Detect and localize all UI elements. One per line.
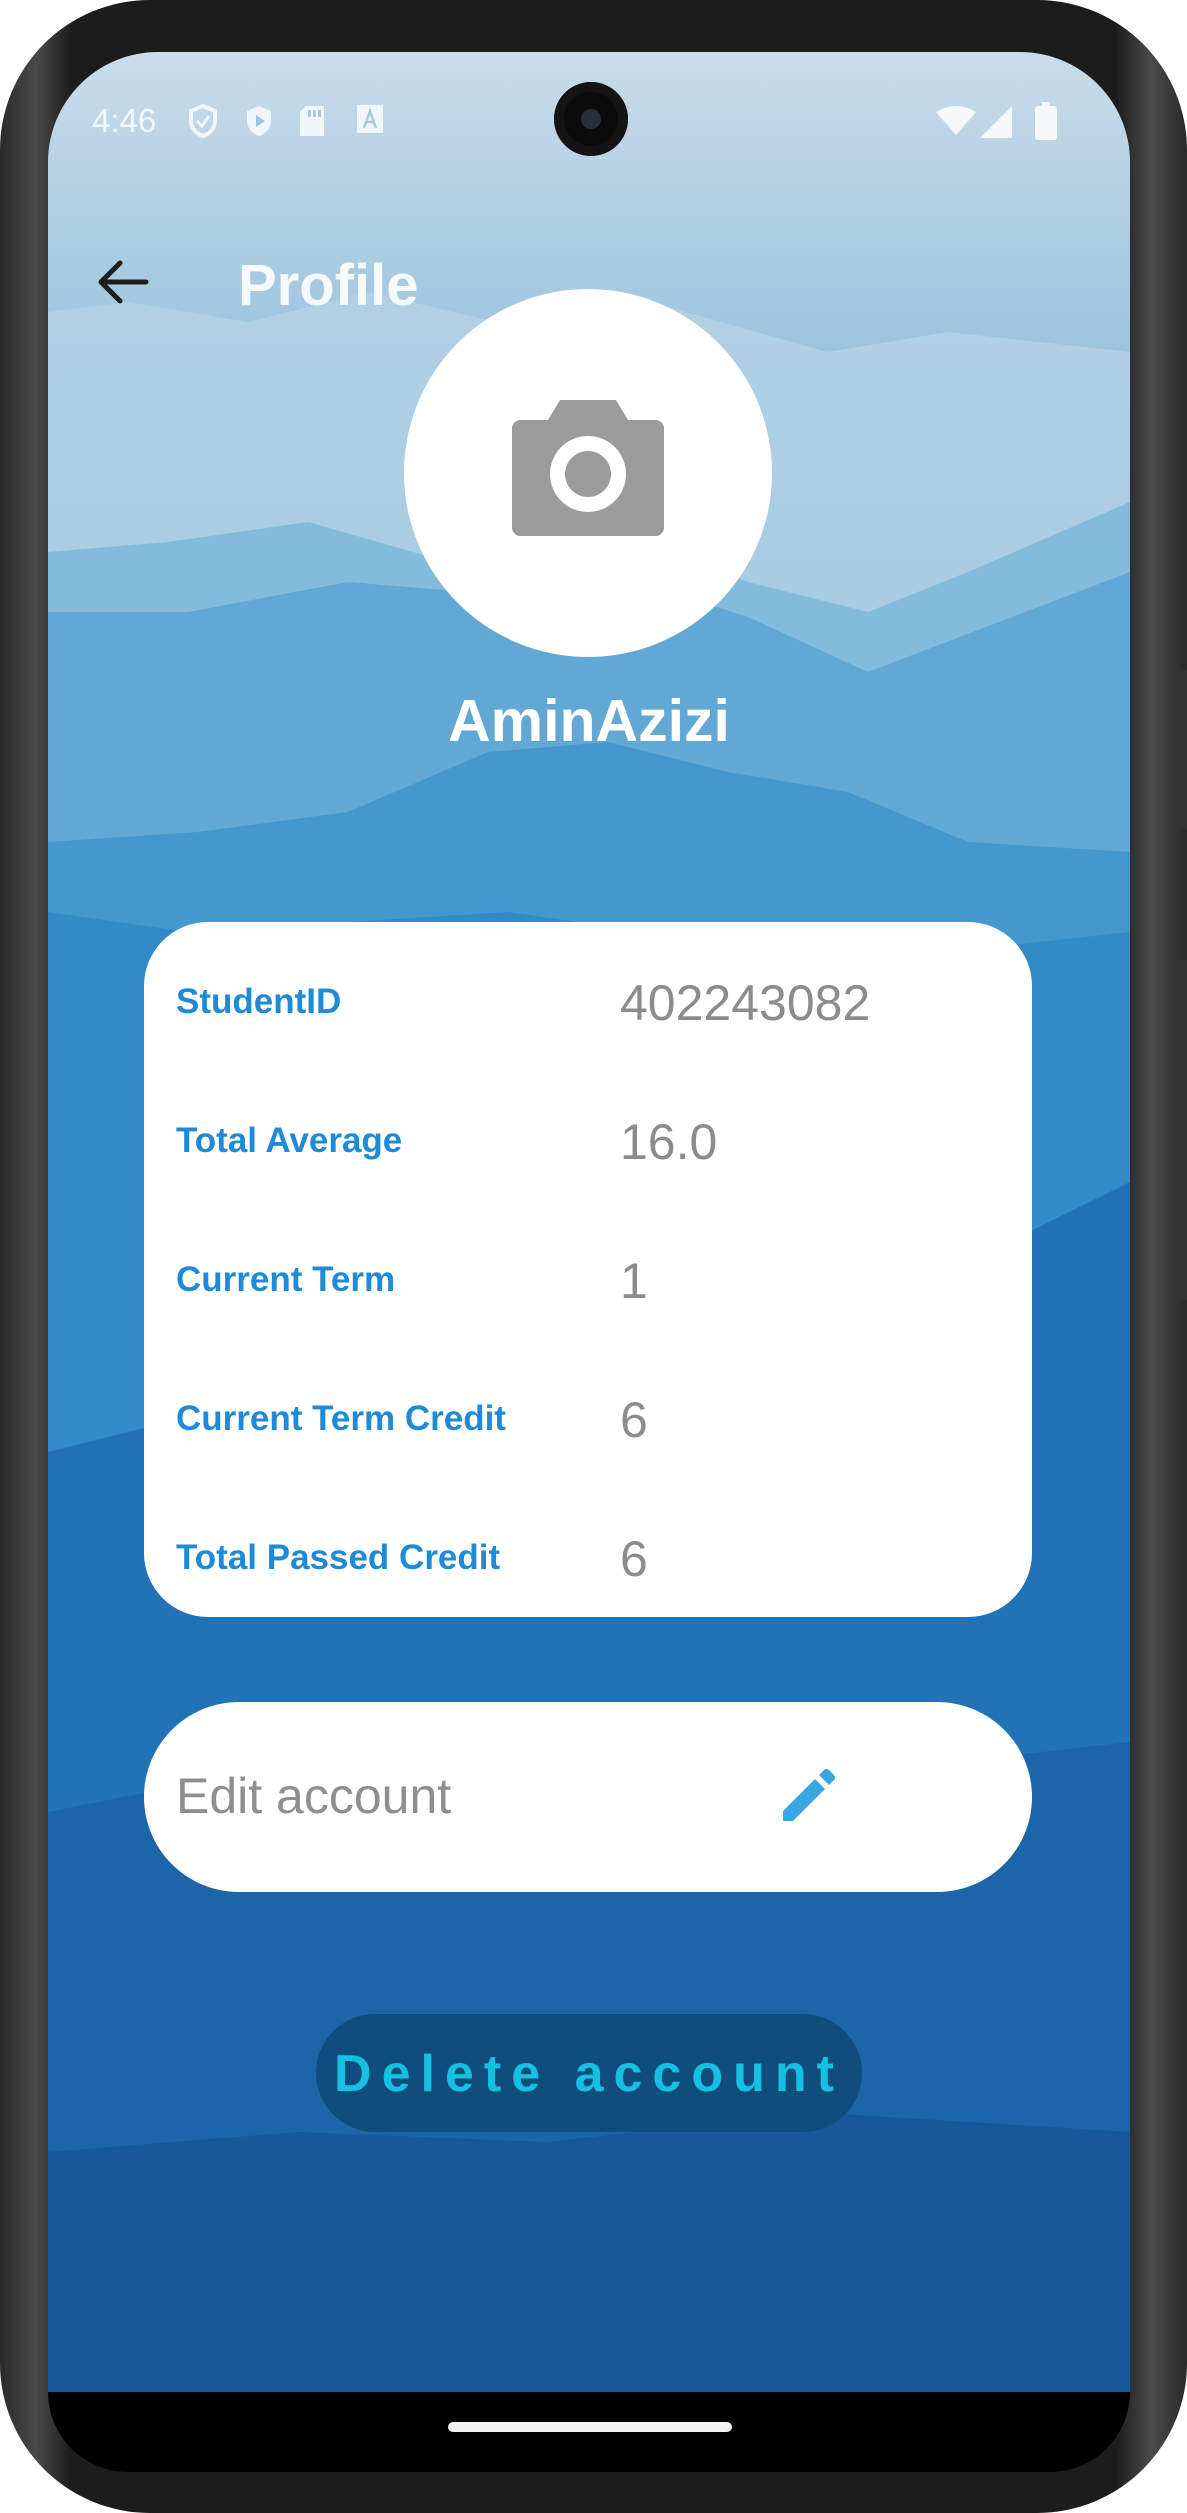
info-value: 1 (620, 1253, 648, 1309)
info-row-student-id: StudentID 402243082 (144, 962, 1032, 1042)
screen: 4:46 Profile AminAzizi StudentID 4022430… (48, 52, 1130, 2392)
wifi-icon (936, 106, 976, 135)
status-time: 4:46 (92, 102, 157, 139)
pencil-icon[interactable] (779, 1769, 835, 1825)
info-card: StudentID 402243082 Total Average 16.0 C… (144, 922, 1032, 1617)
home-indicator[interactable] (448, 2422, 732, 2432)
front-camera (554, 82, 628, 156)
info-label: Current Term (176, 1260, 396, 1299)
info-row-current-term-credit: Current Term Credit 6 (144, 1379, 1032, 1459)
edit-account-button[interactable]: Edit account (144, 1702, 1032, 1892)
info-label: Total Passed Credit (176, 1538, 501, 1577)
sd-card-icon (300, 106, 324, 136)
arrow-left-icon[interactable] (88, 247, 158, 317)
info-label: Current Term Credit (176, 1399, 506, 1438)
info-value: 6 (620, 1392, 648, 1448)
info-row-current-term: Current Term 1 (144, 1240, 1032, 1320)
font-a-icon (357, 105, 383, 133)
phone-frame: 4:46 Profile AminAzizi StudentID 4022430… (0, 0, 1187, 2513)
edit-account-label: Edit account (176, 1768, 452, 1824)
info-value: 6 (620, 1531, 648, 1587)
info-value: 16.0 (620, 1114, 718, 1170)
camera-icon (512, 400, 664, 536)
info-row-total-average: Total Average 16.0 (144, 1101, 1032, 1181)
delete-account-button[interactable]: Delete account (316, 2014, 862, 2132)
username: AminAzizi (448, 688, 730, 754)
shield-play-icon (247, 106, 271, 136)
delete-account-label: Delete account (334, 2045, 844, 2103)
info-label: StudentID (176, 982, 342, 1021)
signal-icon (980, 106, 1012, 138)
volume-button (1179, 960, 1187, 1300)
battery-icon (1035, 102, 1057, 140)
info-row-total-passed-credit: Total Passed Credit 6 (144, 1518, 1032, 1598)
bottom-bezel (48, 2392, 1130, 2472)
page-title: Profile (238, 253, 419, 318)
shield-outline-icon (189, 104, 217, 138)
avatar[interactable] (404, 289, 772, 657)
power-button (1179, 670, 1187, 830)
info-value: 402243082 (620, 975, 871, 1031)
status-bar: 4:46 (48, 52, 1130, 202)
info-label: Total Average (176, 1121, 403, 1160)
